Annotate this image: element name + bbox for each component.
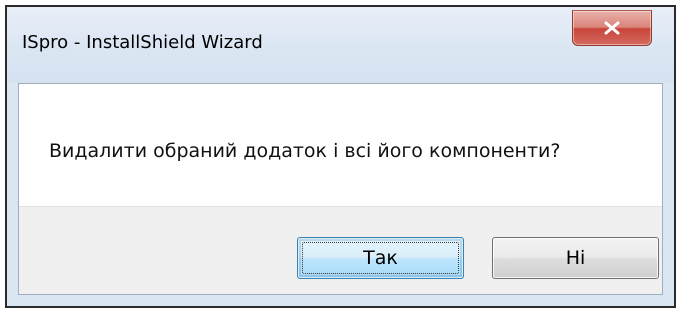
no-button[interactable]: Ні: [492, 237, 659, 279]
close-icon: [604, 21, 620, 35]
dialog-content: Видалити обраний додаток і всі його комп…: [18, 83, 663, 295]
title-bar[interactable]: ISpro - InstallShield Wizard: [7, 7, 674, 83]
button-area: Так Ні: [19, 206, 662, 294]
confirmation-message: Видалити обраний додаток і всі його комп…: [49, 140, 561, 162]
yes-button-label: Так: [363, 247, 398, 269]
close-button[interactable]: [572, 10, 652, 46]
yes-button[interactable]: Так: [297, 237, 464, 279]
no-button-label: Ні: [565, 247, 586, 269]
dialog-window: ISpro - InstallShield Wizard Видалити об…: [5, 5, 676, 308]
window-title: ISpro - InstallShield Wizard: [22, 32, 263, 53]
